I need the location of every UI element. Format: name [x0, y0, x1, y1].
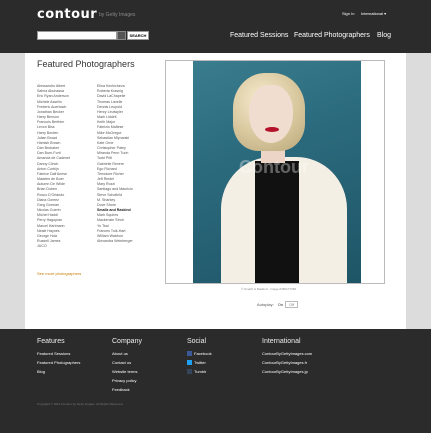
footer-link-facebook[interactable]: Facebook: [187, 349, 212, 358]
autoplay-off-toggle[interactable]: Off: [285, 301, 299, 308]
twitter-label: Twitter: [194, 360, 206, 365]
footer-link-featured-sessions[interactable]: Featured Sessions: [37, 349, 80, 358]
footer-link-tumblr[interactable]: Tumblr: [187, 367, 212, 376]
footer-international: International ContourByGettyImages.com C…: [262, 338, 312, 376]
footer-link-contour-com[interactable]: ContourByGettyImages.com: [262, 349, 312, 358]
twitter-icon: [187, 360, 192, 365]
footer-link-featured-photographers[interactable]: Featured Photographers: [37, 358, 80, 367]
footer-features: Features Featured Sessions Featured Phot…: [37, 338, 80, 376]
nav-blog[interactable]: Blog: [377, 32, 391, 39]
photographer-link[interactable]: JUCO: [37, 244, 70, 249]
footer-link-about[interactable]: About us: [112, 349, 142, 358]
see-more-photographers-link[interactable]: See more photographers: [37, 271, 81, 276]
footer-link-privacy[interactable]: Privacy policy: [112, 376, 142, 385]
photo-top-shape: [255, 161, 299, 283]
sign-in-link[interactable]: Sign In: [342, 11, 354, 16]
footer-social: Social Facebook Twitter Tumblr: [187, 338, 212, 376]
photographer-link[interactable]: Santiago and Mauricio: [97, 187, 133, 192]
main-content: Featured Photographers Alessandro Albert…: [25, 53, 406, 329]
autoplay-control: Autoplay: On Off: [257, 301, 299, 308]
footer-link-contour-jp[interactable]: ContourByGettyImages.jp: [262, 367, 312, 376]
footer-link-feedback[interactable]: Feedback: [112, 385, 142, 394]
facebook-label: Facebook: [194, 351, 212, 356]
contour-logo[interactable]: contour: [37, 7, 97, 22]
footer-company: Company About us Contact us Website term…: [112, 338, 142, 394]
search-options-icon[interactable]: [117, 31, 126, 40]
footer-heading: Social: [187, 338, 207, 345]
footer-link-website-terms[interactable]: Website terms: [112, 367, 142, 376]
photo-watermark: Contour: [239, 157, 309, 177]
autoplay-label: Autoplay:: [257, 302, 274, 307]
facebook-icon: [187, 351, 192, 356]
footer-link-twitter[interactable]: Twitter: [187, 358, 212, 367]
autoplay-on-toggle[interactable]: On: [278, 302, 283, 307]
tumblr-label: Tumblr: [194, 369, 207, 374]
search-button[interactable]: SEARCH: [127, 31, 149, 40]
tumblr-icon: [187, 369, 192, 374]
international-menu[interactable]: International ▾: [361, 11, 386, 16]
footer-heading: Features: [37, 338, 65, 345]
nav-featured-photographers[interactable]: Featured Photographers: [294, 32, 370, 39]
footer-heading: International: [262, 338, 301, 345]
photographer-link[interactable]: Amanda de Cadenet: [37, 156, 70, 161]
footer-link-contour-fr[interactable]: ContourByGettyImages.fr: [262, 358, 312, 367]
featured-photo[interactable]: Contour: [193, 61, 361, 283]
photographer-link[interactable]: Eric Ryan Anderson: [37, 94, 70, 99]
copyright-text: Copyright © 2014 Contour by Getty Images…: [37, 402, 124, 406]
nav-featured-sessions[interactable]: Featured Sessions: [230, 32, 288, 39]
site-footer: Features Featured Sessions Featured Phot…: [0, 329, 431, 433]
search-input[interactable]: [37, 31, 117, 40]
footer-heading: Company: [112, 338, 142, 345]
page-title: Featured Photographers: [37, 59, 135, 69]
photographer-list-left: Alessandro Albert Salma Abuhassa Eric Ryan…: [37, 84, 70, 250]
footer-link-contact[interactable]: Contact us: [112, 358, 142, 367]
photographer-list-right: Elina Kechicheva Roberta Krasnig David LaC…: [97, 84, 133, 244]
featured-photo-frame: Contour: [165, 60, 385, 284]
logo-subtitle: by Getty Images: [99, 12, 136, 18]
photographer-link[interactable]: Alexandra Weinberger: [97, 239, 133, 244]
photo-lips-shape: [265, 127, 279, 132]
footer-link-blog[interactable]: Blog: [37, 367, 80, 376]
photo-caption: © Smallz & Raskind · Image #459177066: [241, 287, 297, 291]
photo-face-shape: [249, 85, 293, 143]
site-header: contour by Getty Images Sign In Internat…: [0, 0, 431, 53]
